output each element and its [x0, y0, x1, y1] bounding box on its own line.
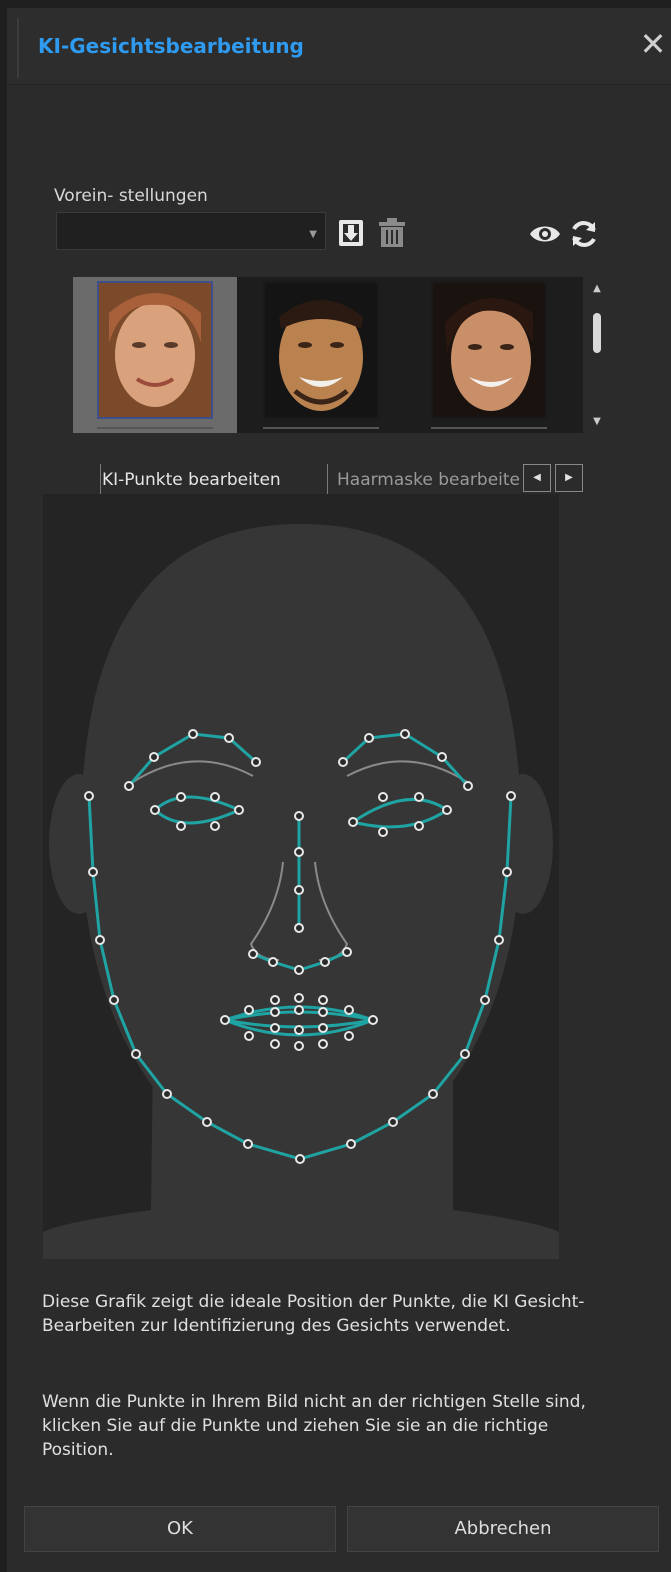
thumbnails-scrollbar[interactable]: ▲ ▼ [583, 277, 611, 433]
thumbnail-caption-bar [431, 427, 547, 429]
presets-label: Vorein- stellungen [54, 186, 208, 206]
arrow-down-icon[interactable]: ▼ [583, 416, 611, 427]
scrollbar-thumb[interactable] [593, 313, 601, 353]
eye-icon[interactable] [528, 222, 562, 246]
arrow-left-icon[interactable]: ◀ [523, 464, 551, 492]
close-icon[interactable]: ✕ [633, 22, 671, 66]
thumbnail-caption-bar [263, 427, 379, 429]
save-preset-icon[interactable] [337, 216, 365, 248]
face-thumbnail-image [97, 281, 213, 419]
preset-thumbnail[interactable] [407, 277, 571, 433]
title-bar: KI-Gesichtsbearbeitung ✕ [7, 8, 671, 85]
thumbnail-caption-bar [97, 427, 213, 429]
chevron-down-icon: ▼ [309, 229, 317, 240]
description-paragraph-1: Diese Grafik zeigt die ideale Position d… [42, 1292, 585, 1336]
arrow-up-icon[interactable]: ▲ [583, 283, 611, 294]
presets-dropdown[interactable]: ▼ [56, 212, 326, 250]
refresh-icon[interactable] [568, 218, 600, 250]
face-thumbnail-image [431, 281, 547, 419]
arrow-right-icon[interactable]: ▶ [555, 464, 583, 492]
preset-thumbnails [73, 277, 611, 433]
description-paragraph-2: Wenn die Punkte in Ihrem Bild nicht an d… [42, 1392, 586, 1460]
preset-thumbnail[interactable] [239, 277, 403, 433]
trash-icon[interactable] [377, 216, 407, 248]
face-landmark-diagram [43, 494, 559, 1259]
ok-button[interactable]: OK [24, 1506, 336, 1552]
face-thumbnail-image [263, 281, 379, 419]
cancel-button[interactable]: Abbrechen [347, 1506, 659, 1552]
tab-edit-hair-mask[interactable]: Haarmaske bearbeiten [337, 470, 521, 490]
tab-edit-ai-points[interactable]: KI-Punkte bearbeiten [102, 470, 281, 490]
title-divider [17, 18, 19, 78]
preset-thumbnail[interactable] [73, 277, 237, 433]
panel-title: KI-Gesichtsbearbeitung [38, 34, 304, 58]
